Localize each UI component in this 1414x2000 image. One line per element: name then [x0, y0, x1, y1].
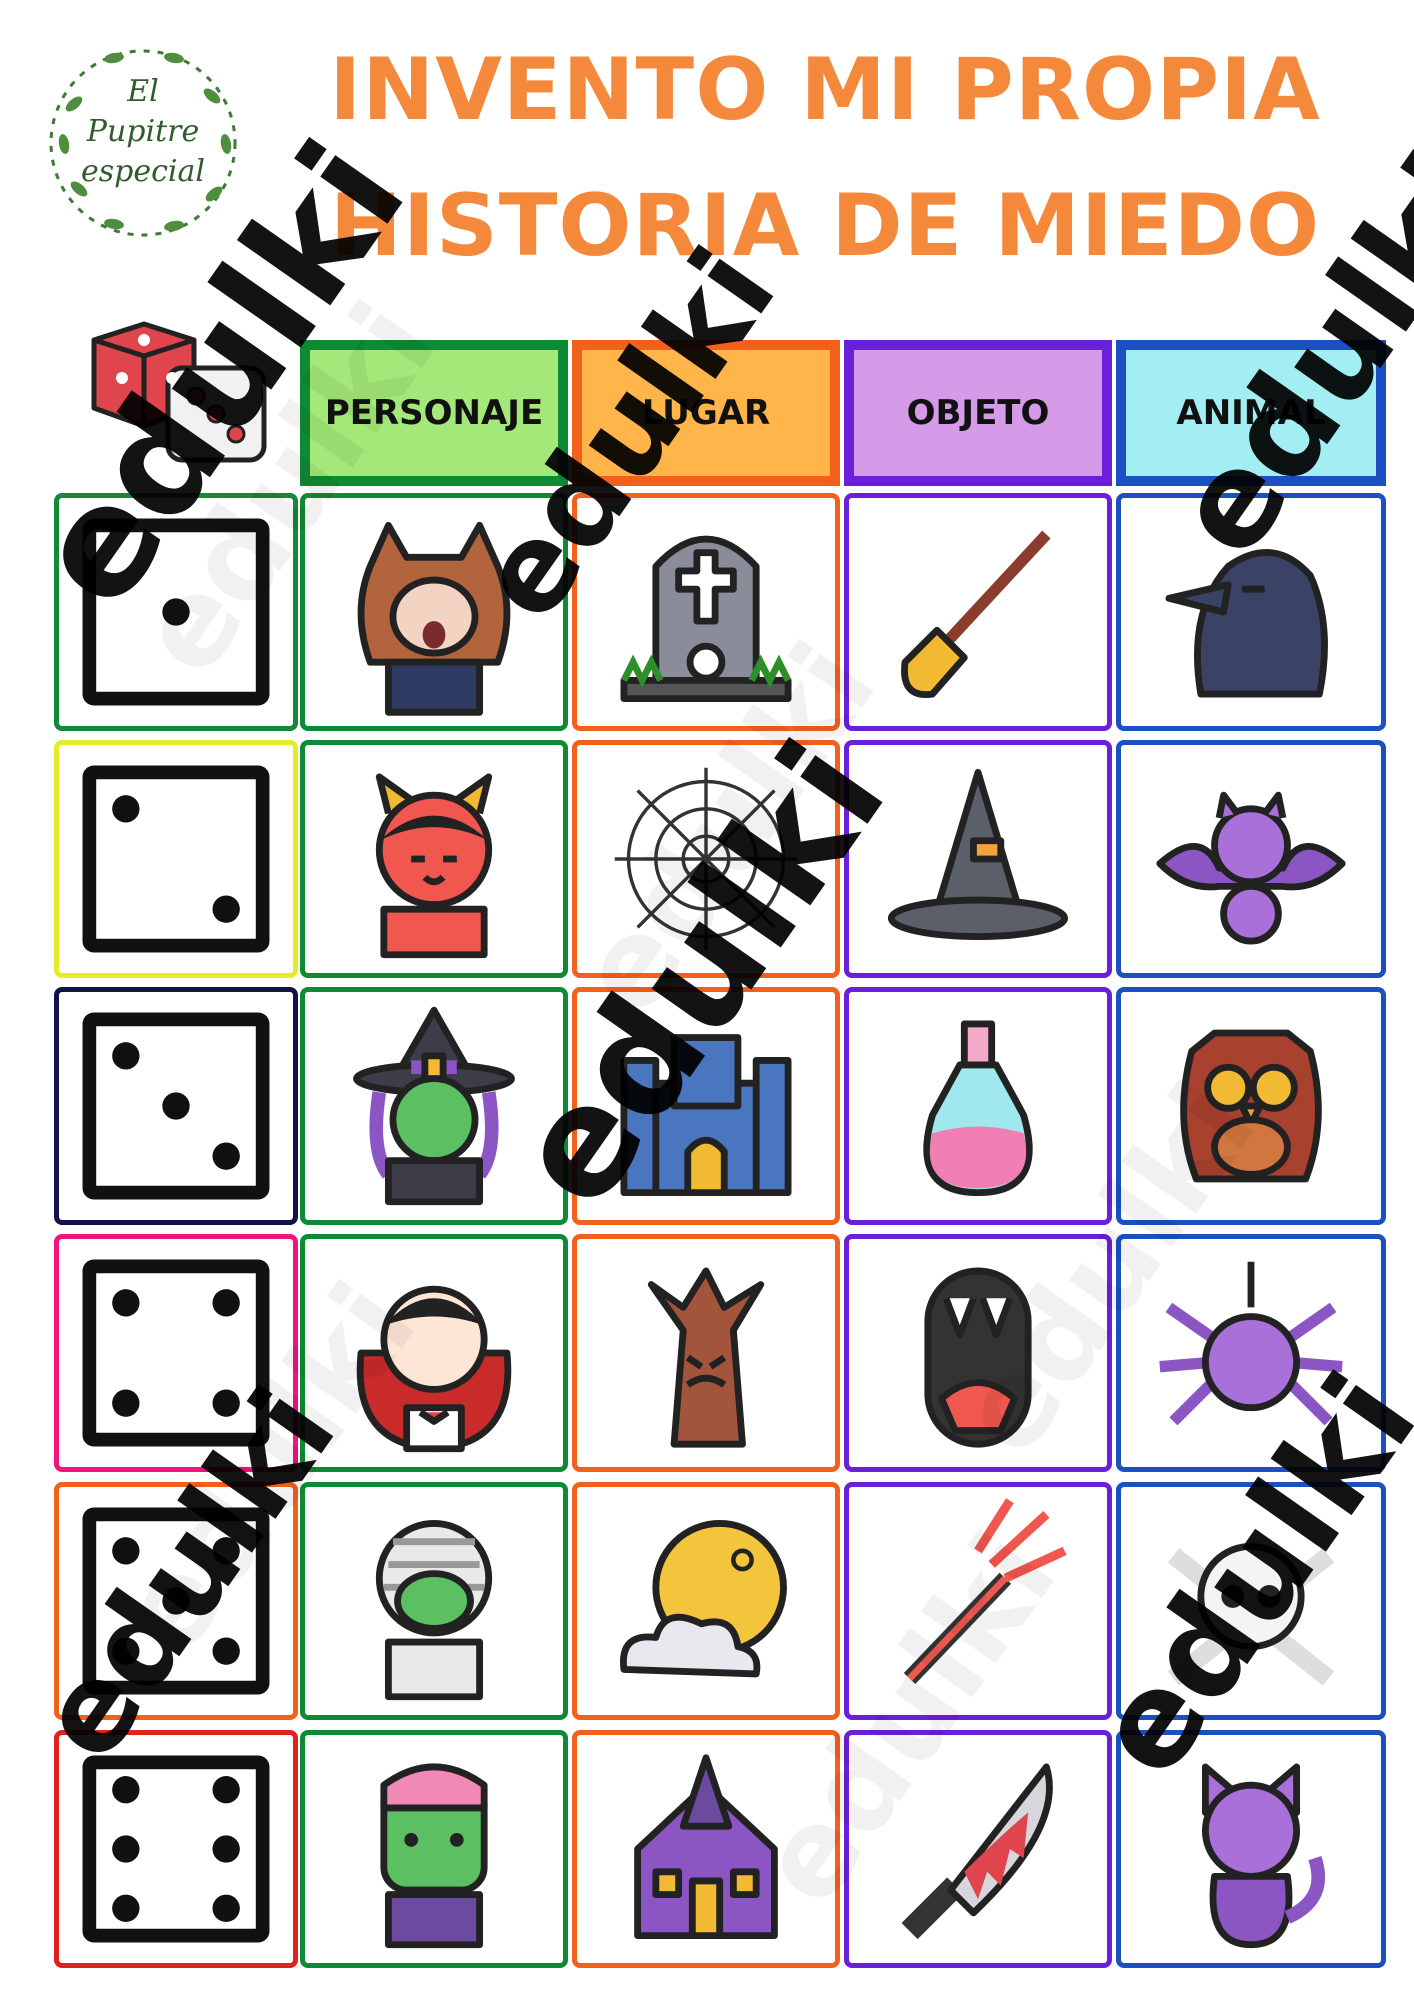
bat-icon: [1156, 791, 1346, 945]
cell-mummy-icon: [300, 1482, 568, 1720]
cell-spiderweb-icon: [572, 740, 840, 978]
die-face-5: [54, 1482, 298, 1720]
cell-fangs-icon: [844, 1234, 1112, 1472]
cell-castle-icon: [572, 987, 840, 1225]
moon-cloud-icon: [620, 1520, 787, 1678]
die-face-4: [54, 1234, 298, 1472]
die-6-icon: [82, 1755, 270, 1943]
die-5-icon: [82, 1507, 270, 1695]
trident-icon: [903, 1498, 1067, 1685]
page-title-line-2: HISTORIA DE MIEDO: [329, 176, 1321, 276]
spider-icon: [1159, 1261, 1343, 1426]
cell-broom-icon: [844, 493, 1112, 731]
cell-werewolf-icon: [300, 493, 568, 731]
witch-hat-icon: [887, 768, 1069, 940]
cell-spider-icon: [1116, 1234, 1386, 1472]
castle-icon: [620, 1034, 792, 1197]
cell-cat-icon: [1116, 1730, 1386, 1968]
header-objeto: OBJETO: [844, 340, 1112, 486]
page-title-line-1: INVENTO MI PROPIA: [329, 40, 1321, 140]
dice-icon: [84, 318, 274, 468]
spiderweb-icon: [614, 767, 798, 951]
tombstone-icon: [620, 535, 792, 703]
logo-line-1: El: [127, 74, 159, 109]
cell-tombstone-icon: [572, 493, 840, 731]
cell-moon-cloud-icon: [572, 1482, 840, 1720]
die-2-icon: [82, 765, 270, 953]
cell-trident-icon: [844, 1482, 1112, 1720]
fangs-icon: [924, 1267, 1032, 1448]
cell-owl-icon: [1116, 987, 1386, 1225]
cell-haunted-tree-icon: [572, 1234, 840, 1472]
die-face-1: [54, 493, 298, 731]
die-4-icon: [82, 1259, 270, 1447]
owl-icon: [1180, 1029, 1322, 1183]
cell-crow-icon: [1116, 493, 1386, 731]
cat-icon: [1201, 1763, 1326, 1949]
cell-bloody-knife-icon: [844, 1730, 1112, 1968]
die-1-icon: [82, 518, 270, 706]
cell-bat-icon: [1116, 740, 1386, 978]
cell-vampire-icon: [300, 1234, 568, 1472]
vampire-icon: [356, 1285, 512, 1453]
die-face-6: [54, 1730, 298, 1968]
die-face-3: [54, 987, 298, 1225]
die-3-icon: [82, 1012, 270, 1200]
frankenstein-icon: [380, 1763, 488, 1949]
devil-icon: [375, 773, 493, 959]
cell-frankenstein-icon: [300, 1730, 568, 1968]
haunted-house-icon: [634, 1754, 778, 1940]
crow-icon: [1165, 549, 1328, 698]
logo-line-2: Pupitre: [86, 114, 200, 149]
logo-line-3: especial: [81, 154, 205, 189]
bloody-knife-icon: [901, 1763, 1053, 1940]
cell-skull-crossbones-icon: [1116, 1482, 1386, 1720]
broom-icon: [901, 530, 1051, 698]
cell-haunted-house-icon: [572, 1730, 840, 1968]
witch-icon: [353, 1006, 515, 1206]
werewolf-icon: [357, 521, 511, 716]
header-animal: ANIMAL: [1116, 340, 1386, 486]
haunted-tree-icon: [647, 1267, 765, 1448]
cell-witch-hat-icon: [844, 740, 1112, 978]
potion-icon: [923, 1020, 1033, 1197]
logo-el-pupitre-especial: El Pupitre especial: [34, 34, 252, 252]
header-personaje: PERSONAJE: [300, 340, 568, 486]
die-face-2: [54, 740, 298, 978]
cell-witch-icon: [300, 987, 568, 1225]
cell-potion-icon: [844, 987, 1112, 1225]
header-lugar: LUGAR: [572, 340, 840, 486]
cell-devil-icon: [300, 740, 568, 978]
skull-crossbones-icon: [1167, 1542, 1335, 1686]
mummy-icon: [375, 1520, 493, 1701]
